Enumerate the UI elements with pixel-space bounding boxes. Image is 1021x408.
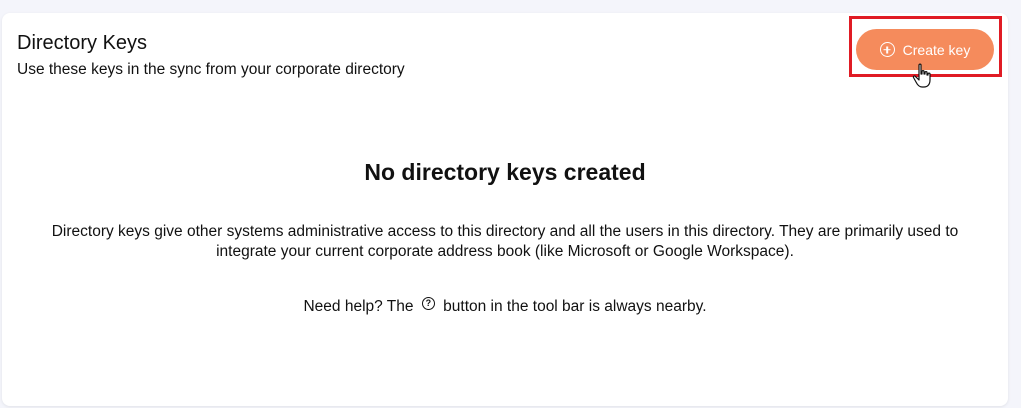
empty-state-description-line: integrate your current corporate address… (216, 243, 794, 260)
create-key-label: Create key (902, 41, 971, 58)
help-hint-prefix: Need help? The (303, 298, 414, 315)
empty-state-title: No directory keys created (364, 159, 646, 185)
page-subtitle: Use these keys in the sync from your cor… (17, 61, 405, 78)
help-question-icon: ? (421, 297, 435, 310)
help-hint: Need help? The ? button in the tool bar … (2, 297, 1008, 316)
help-hint-suffix: button in the tool bar is always nearby. (443, 298, 707, 315)
plus-circle-icon (879, 42, 895, 57)
empty-state-description: Directory keys give other systems admini… (22, 222, 988, 262)
page-title: Directory Keys (17, 32, 148, 54)
directory-keys-card: Directory Keys Use these keys in the syn… (2, 13, 1008, 406)
hand-pointer-cursor-icon (912, 63, 931, 88)
empty-state-description-line: Directory keys give other systems admini… (51, 223, 959, 240)
